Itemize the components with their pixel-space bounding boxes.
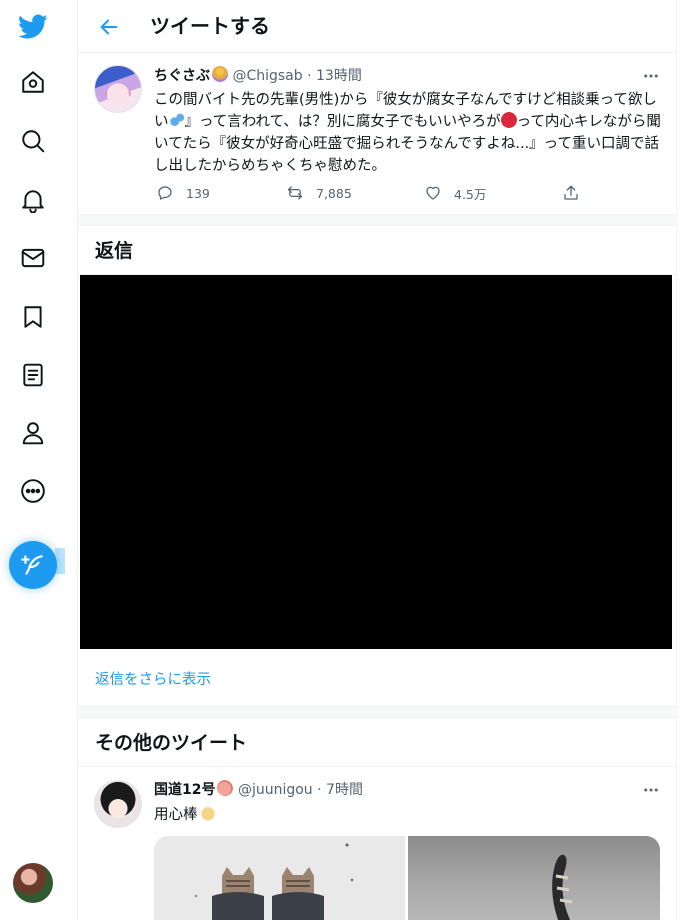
meta-separator: · bbox=[317, 782, 322, 798]
share-icon bbox=[564, 185, 578, 200]
divider bbox=[78, 766, 678, 767]
search-icon[interactable] bbox=[11, 119, 55, 163]
list-icon[interactable] bbox=[11, 353, 55, 397]
author-handle[interactable]: @Chigsab bbox=[232, 68, 302, 84]
heart-icon bbox=[426, 186, 440, 200]
person-icon[interactable] bbox=[11, 411, 55, 455]
section-separator bbox=[78, 706, 678, 718]
peach-emoji-icon bbox=[217, 780, 234, 796]
tweet-text: この間バイト先の先輩(男性)から『彼女が腐女子なんですけど相談乗って欲しい 』って… bbox=[154, 89, 664, 177]
tweet-text-content: 用心棒 bbox=[154, 807, 198, 823]
author-name[interactable]: ちぐさぶ bbox=[154, 68, 210, 84]
author-name[interactable]: 国道12号 bbox=[154, 782, 215, 798]
media-image-cats[interactable] bbox=[154, 836, 405, 920]
home-icon[interactable] bbox=[11, 60, 55, 104]
meta-separator: · bbox=[307, 68, 312, 84]
like-button[interactable]: 4.5万 bbox=[424, 182, 486, 204]
compose-tweet-button[interactable] bbox=[9, 541, 57, 589]
sidebar-nav bbox=[0, 0, 66, 920]
back-button[interactable] bbox=[96, 14, 122, 40]
sweat-droplets-emoji-icon bbox=[168, 112, 185, 128]
page-header: ツイートする bbox=[78, 0, 678, 53]
arrow-left-icon bbox=[100, 19, 118, 35]
bookmark-icon[interactable] bbox=[11, 295, 55, 339]
reply-button[interactable]: 139 bbox=[156, 182, 210, 204]
cats-illustration bbox=[195, 843, 354, 920]
replies-heading: 返信 bbox=[95, 240, 134, 262]
tweet-header: 国道12号 @juunigou · 7時間 bbox=[154, 780, 363, 800]
section-separator bbox=[78, 214, 678, 226]
tweet-actions: 139 7,885 4.5万 bbox=[154, 182, 594, 204]
bell-icon[interactable] bbox=[11, 178, 55, 222]
tweet-header: ちぐさぶ @Chigsab · 13時間 bbox=[154, 66, 362, 86]
main-column: ツイートする ちぐさぶ @Chigsab · 13時間 この間バイト先の先輩(男… bbox=[77, 0, 678, 920]
show-more-replies-link[interactable]: 返信をさらに表示 bbox=[95, 669, 211, 691]
tweet-text-part2: 』って言われて、は？別に腐女子でもいいやろが bbox=[184, 114, 501, 130]
account-avatar[interactable] bbox=[13, 863, 53, 903]
more-tweets-heading: その他のツイート bbox=[95, 732, 248, 754]
avatar[interactable] bbox=[94, 65, 142, 113]
reply-icon bbox=[158, 186, 172, 200]
avatar[interactable] bbox=[94, 780, 142, 828]
page-title: ツイートする bbox=[150, 14, 270, 38]
cat-tail-photo bbox=[552, 854, 573, 920]
more-options-icon[interactable] bbox=[641, 780, 661, 800]
more-circle-icon[interactable] bbox=[11, 469, 55, 513]
retweet-button[interactable]: 7,885 bbox=[286, 182, 352, 204]
tweet-time[interactable]: 7時間 bbox=[326, 782, 363, 798]
retweet-icon bbox=[287, 186, 303, 200]
like-count: 4.5万 bbox=[454, 186, 487, 202]
retweet-count: 7,885 bbox=[316, 185, 352, 201]
mail-icon[interactable] bbox=[11, 236, 55, 280]
main-tweet[interactable]: ちぐさぶ @Chigsab · 13時間 この間バイト先の先輩(男性)から『彼女… bbox=[78, 54, 678, 214]
tweet-time[interactable]: 13時間 bbox=[316, 68, 362, 84]
twitter-logo-icon[interactable] bbox=[11, 4, 55, 48]
reply-media-redacted bbox=[80, 275, 672, 649]
angry-face-emoji-icon bbox=[500, 112, 517, 128]
media-image-cat-photo[interactable] bbox=[408, 836, 660, 920]
person-emoji-icon bbox=[212, 66, 228, 82]
author-handle[interactable]: @juunigou bbox=[238, 782, 313, 798]
cat-face-emoji-icon bbox=[199, 805, 216, 821]
feather-plus-icon bbox=[21, 555, 43, 575]
share-button[interactable] bbox=[562, 182, 580, 204]
more-options-icon[interactable] bbox=[641, 66, 661, 86]
reply-count: 139 bbox=[186, 185, 210, 201]
tweet-text: 用心棒 bbox=[154, 804, 216, 826]
media-grid bbox=[154, 836, 660, 920]
